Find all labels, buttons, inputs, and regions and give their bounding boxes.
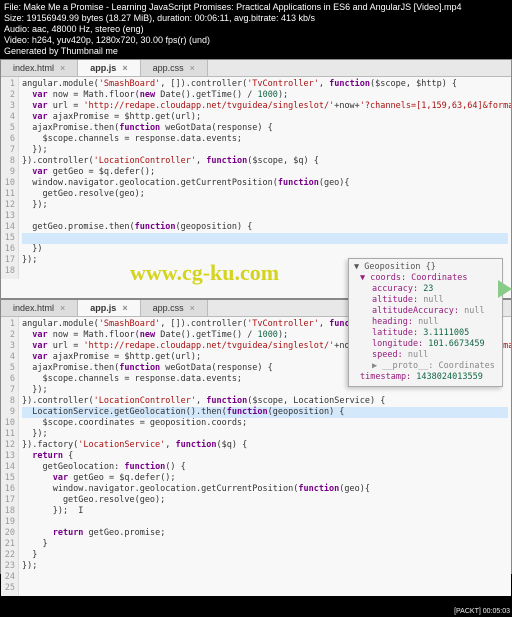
tab-bar: index.html× app.js× app.css× (1, 60, 511, 77)
code-area[interactable]: 123456789101112131415161718 angular.modu… (1, 77, 511, 279)
line-gutter: 1234567891011121314151617181920212223242… (1, 317, 19, 596)
tab-app-css[interactable]: app.css× (141, 60, 208, 76)
close-icon[interactable]: × (60, 303, 65, 313)
code-content[interactable]: angular.module('SmashBoard', []).control… (19, 77, 511, 279)
meta-gen: Generated by Thumbnail me (4, 46, 508, 57)
tab-index-html[interactable]: index.html× (1, 60, 78, 76)
play-icon[interactable] (498, 280, 512, 298)
video-overlay: [PACKT] 00:05:03 (454, 608, 510, 615)
tab-app-js[interactable]: app.js× (78, 300, 140, 316)
tab-app-css[interactable]: app.css× (141, 300, 208, 316)
watermark-text: www.cg-ku.com (130, 260, 279, 286)
close-icon[interactable]: × (122, 303, 127, 313)
meta-size: Size: 19156949.99 bytes (18.27 MiB), dur… (4, 13, 508, 24)
close-icon[interactable]: × (190, 303, 195, 313)
file-metadata: File: Make Me a Promise - Learning JavaS… (0, 0, 512, 59)
meta-file: File: Make Me a Promise - Learning JavaS… (4, 2, 508, 13)
close-icon[interactable]: × (60, 63, 65, 73)
meta-video: Video: h264, yuv420p, 1280x720, 30.00 fp… (4, 35, 508, 46)
debug-tooltip: ▼ Geoposition {} ▼ coords: Coordinates a… (348, 258, 503, 387)
debug-title: ▼ Geoposition {} (354, 262, 497, 273)
tab-index-html[interactable]: index.html× (1, 300, 78, 316)
close-icon[interactable]: × (190, 63, 195, 73)
close-icon[interactable]: × (122, 63, 127, 73)
timestamp: 00:05:03 (483, 608, 510, 615)
brand-logo: [PACKT] (454, 608, 481, 615)
line-gutter: 123456789101112131415161718 (1, 77, 19, 279)
meta-audio: Audio: aac, 48000 Hz, stereo (eng) (4, 24, 508, 35)
tab-app-js[interactable]: app.js× (78, 60, 140, 76)
